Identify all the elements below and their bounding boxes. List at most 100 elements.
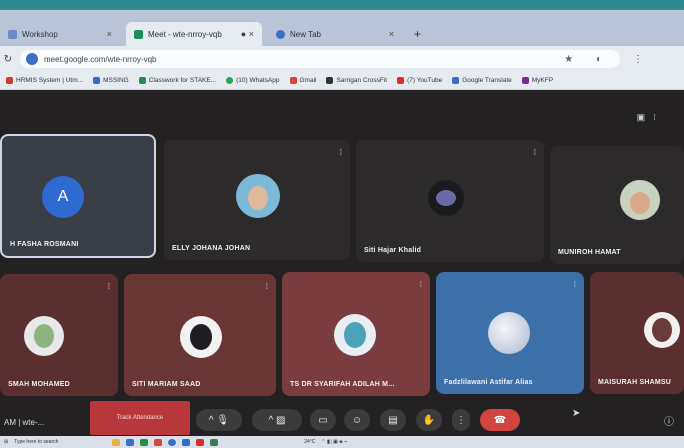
info-button[interactable]: ⓘ [660,409,678,431]
participant-tile[interactable]: A H FASHA ROSMANI [0,134,156,258]
face-image [34,324,54,348]
whatsapp-icon [226,77,234,84]
participant-tile[interactable]: MAISURAH SHAMSU [590,272,684,394]
taskbar-app-icon[interactable] [154,438,163,446]
track-attendance-button[interactable]: Track Attendance [90,401,190,435]
close-icon[interactable]: × [107,29,112,39]
mic-options-button[interactable]: ^ 🎙 [196,409,242,431]
face-image [190,324,212,350]
tab-meet[interactable]: Meet - wte-nrroy-vqb ● × [126,22,262,46]
avatar [180,316,222,358]
avatar [644,312,680,348]
meet-control-bar: AM | wte-... Track Attendance ^ 🎙 ^ ▨ ▭ … [0,396,684,436]
windows-taskbar: ⊞ Type here to search 24°C ⌃ ◧ ▣ ◈ ⌁ [0,436,684,448]
bookmark-item[interactable]: HRMIS System | Utm... [6,77,83,84]
captions-button[interactable]: ▭ [310,409,336,431]
bookmark-label: Gmail [299,77,317,84]
bookmark-item[interactable]: Sarrigan CrossFit [326,77,387,84]
participant-tile[interactable]: ⁞ TS DR SYARIFAH ADILAH M... [282,272,430,396]
system-tray-icons[interactable]: ⌃ ◧ ▣ ◈ ⌁ [321,439,347,445]
bookmark-label: HRMIS System | Utm... [16,77,84,84]
bookmark-item[interactable]: MSSING [93,77,129,84]
mic-off-icon: ⁞ [419,280,422,289]
participant-name: MAISURAH SHAMSU [598,379,671,386]
taskbar-app-icon[interactable] [140,438,149,446]
taskbar-search[interactable]: Type here to search [14,439,106,445]
bookmark-item[interactable]: Classwork for STAKE... [138,77,217,84]
hang-up-icon: ☎ [493,414,507,426]
bookmark-icon [138,77,146,84]
face-image [248,186,268,210]
bookmark-item[interactable]: MyKFP [521,77,553,84]
url-field[interactable]: meet.google.com/wte-nrroy-vqb ★ ◐ [20,50,620,68]
participant-tile[interactable]: ⁞ Siti Hajar Khalid [356,140,544,262]
participant-name: Fadzlilawani Astifar Alias [444,379,533,386]
tab-favicon-icon [8,29,17,39]
meeting-code: AM | wte-... [4,418,45,427]
chrome-icon [276,29,285,39]
taskbar-app-icon[interactable] [182,438,191,446]
avatar [428,180,464,216]
weather-text: 24°C [304,439,316,445]
avatar [488,312,530,354]
participant-name: ELLY JOHANA JOHAN [172,245,251,252]
bookmark-item[interactable]: (10) WhatsApp [226,77,280,84]
participant-tile[interactable]: ⁞ Fadzlilawani Astifar Alias [436,272,584,394]
bookmark-item[interactable]: Google Translate [452,77,512,84]
face-image [344,322,366,348]
participant-tile[interactable]: ⁞ ELLY JOHANA JOHAN [164,140,350,260]
emoji-button[interactable]: ☺ [344,409,370,431]
new-tab-button[interactable]: + [408,22,427,46]
address-bar-row: ↻ meet.google.com/wte-nrroy-vqb ★ ◐ ⋮ [0,46,684,72]
avatar [236,174,280,218]
leave-call-button[interactable]: ☎ [480,409,520,431]
more-options-button[interactable]: ⋮ [452,409,470,431]
meet-top-icons: ▣⁝ [637,112,664,123]
bookmark-star-icon[interactable]: ★ ◐ [564,54,612,65]
tab-label: Workshop [22,29,58,39]
youtube-icon [397,77,405,84]
translate-icon [452,77,460,84]
reload-icon[interactable]: ↻ [0,54,16,65]
present-icon: ▤ [388,414,398,426]
start-icon[interactable]: ⊞ [4,439,8,445]
participant-tile[interactable]: MUNIROH HAMAT [550,146,684,264]
present-button[interactable]: ▤ [380,409,406,431]
gmail-icon [289,77,297,84]
browser-tab-strip: Workshop × Meet - wte-nrroy-vqb ● × New … [0,10,684,46]
meet-favicon-icon [134,29,143,39]
bookmark-label: Google Translate [462,77,512,84]
layout-icon[interactable]: ⁝ [653,112,664,122]
mic-off-icon: ⁞ [107,282,110,291]
taskbar-app-icon[interactable] [196,438,205,446]
menu-icon[interactable]: ⋮ [630,54,646,65]
mouse-cursor-icon: ➤ [572,408,581,419]
bookmark-item[interactable]: Gmail [289,77,317,84]
bookmark-label: Sarrigan CrossFit [336,77,388,84]
face-image [652,318,672,342]
mic-off-icon: 🎙 [216,414,230,426]
bookmark-label: MSSING [103,77,129,84]
avatar [334,314,376,356]
tab-workshop[interactable]: Workshop × [0,22,120,46]
avatar: A [42,176,84,218]
recording-dot-icon: ● × [240,29,254,39]
taskbar-app-icon[interactable] [126,438,135,446]
tab-new-tab[interactable]: New Tab × [268,22,402,46]
participant-tile[interactable]: ⁞ SITI MARIAM SAAD [124,274,276,396]
taskbar-app-icon[interactable] [210,438,219,446]
url-text: meet.google.com/wte-nrroy-vqb [44,54,157,64]
taskbar-app-icon[interactable] [112,438,121,446]
mic-off-icon: ⁞ [573,280,576,289]
bookmark-item[interactable]: (7) YouTube [397,77,442,84]
chrome-taskbar-icon[interactable] [168,438,177,446]
participant-tile[interactable]: ⁞ SMAH MOHAMED [0,274,118,396]
raise-hand-button[interactable]: ✋ [416,409,442,431]
tab-label: New Tab [290,29,321,39]
bookmark-label: Classwork for STAKE... [148,77,217,84]
close-icon[interactable]: × [389,29,394,39]
people-icon[interactable]: ▣ [637,112,654,122]
chevron-up-icon: ^ [208,414,214,426]
site-info-icon[interactable] [26,53,38,65]
camera-options-button[interactable]: ^ ▨ [252,409,302,431]
